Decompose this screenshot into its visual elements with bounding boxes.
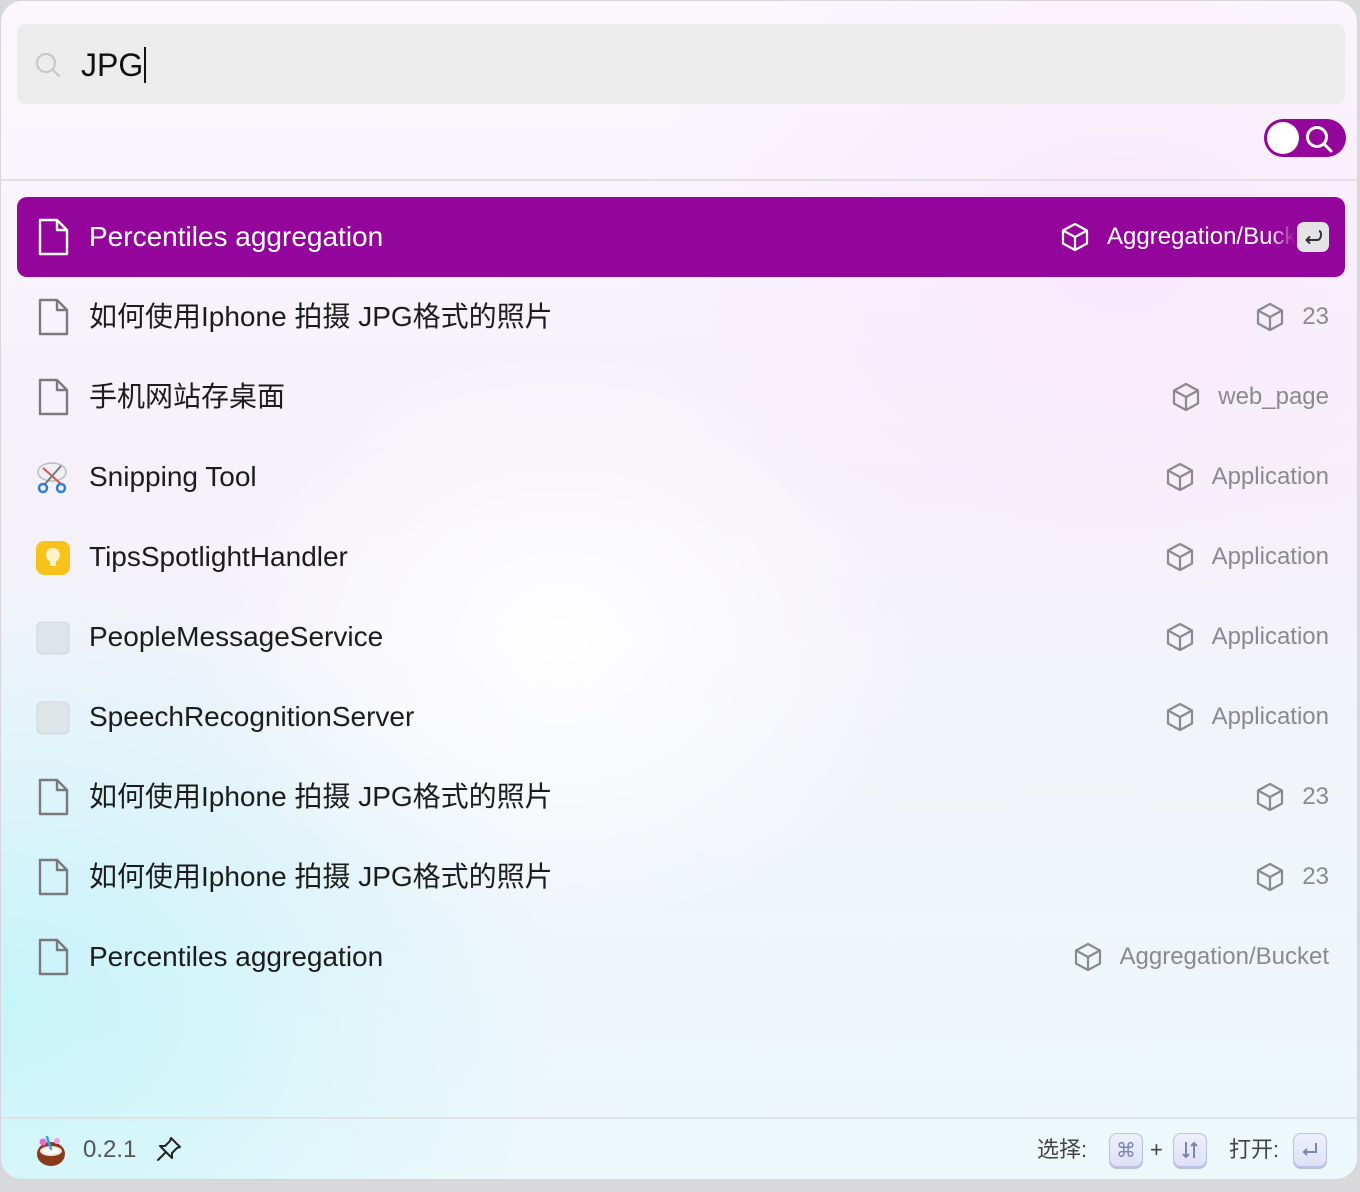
result-title: 手机网站存桌面 (89, 381, 286, 412)
cube-icon (1257, 302, 1284, 332)
result-tag: Aggregation/Bucket (1107, 223, 1295, 250)
pin-icon[interactable] (155, 1135, 183, 1163)
result-tag: Application (1211, 463, 1329, 490)
cube-icon (1074, 942, 1101, 972)
result-title: SpeechRecognitionServer (89, 701, 415, 732)
result-meta: 23 (1254, 837, 1329, 917)
result-title: PeopleMessageService (89, 621, 384, 652)
select-hint-label: 选择: (1037, 1137, 1088, 1162)
result-title: Percentiles aggregation (89, 941, 384, 972)
result-meta: web_page (1170, 357, 1329, 437)
toggle-knob (1267, 122, 1299, 154)
result-tag: web_page (1218, 383, 1329, 410)
result-row[interactable]: Percentiles aggregation Aggregation/Bucke… (17, 197, 1345, 277)
result-tag: 23 (1302, 783, 1329, 810)
command-key-icon: ⌘ (1109, 1133, 1143, 1167)
snipping-tool-icon (35, 458, 71, 496)
results-list: Percentiles aggregation Aggregation/Bucke… (17, 197, 1345, 997)
return-key-icon (1293, 1133, 1327, 1167)
result-tag: Application (1211, 543, 1329, 570)
result-row[interactable]: PeopleMessageService Application (17, 597, 1345, 677)
result-title: 如何使用Iphone 拍摄 JPG格式的照片 (89, 861, 553, 892)
result-meta: 23 (1254, 277, 1329, 357)
result-meta: Aggregation/Bucket (1072, 917, 1329, 997)
result-row[interactable]: TipsSpotlightHandler Application (17, 517, 1345, 597)
result-title: 如何使用Iphone 拍摄 JPG格式的照片 (89, 781, 553, 812)
header-divider (1, 179, 1357, 181)
launcher-window: JPG Percentiles aggregation Aggregation/B… (0, 0, 1358, 1180)
search-icon (36, 53, 60, 77)
plus-label: + (1150, 1137, 1163, 1162)
footer: 0.2.1 选择: ⌘ + 打开: (1, 1119, 1357, 1179)
generic-app-icon (35, 618, 71, 656)
result-meta: Aggregation/Bucket (1059, 197, 1329, 277)
search-box[interactable] (17, 24, 1345, 104)
cube-icon (1061, 222, 1089, 252)
document-icon (35, 378, 71, 416)
cube-icon (1166, 702, 1193, 732)
search-input-value: JPG (81, 47, 144, 83)
result-row[interactable]: 如何使用Iphone 拍摄 JPG格式的照片 23 (17, 277, 1345, 357)
cube-icon (1173, 382, 1200, 412)
result-meta: 23 (1254, 757, 1329, 837)
document-icon (35, 858, 71, 896)
cube-icon (1257, 862, 1284, 892)
result-row[interactable]: 如何使用Iphone 拍摄 JPG格式的照片 23 (17, 837, 1345, 917)
document-icon (35, 298, 71, 336)
result-title: 如何使用Iphone 拍摄 JPG格式的照片 (89, 301, 553, 332)
document-icon (35, 778, 71, 816)
result-tag: Application (1211, 703, 1329, 730)
text-caret (144, 47, 147, 83)
result-row[interactable]: Snipping Tool Application (17, 437, 1345, 517)
result-tag: Application (1211, 623, 1329, 650)
cube-icon (1166, 462, 1193, 492)
lightbulb-app-icon (35, 538, 71, 576)
search-icon (1306, 126, 1333, 153)
search-mode-toggle[interactable] (1264, 119, 1346, 157)
coconut-logo-icon (37, 1135, 65, 1166)
up-down-key-icon (1173, 1133, 1207, 1167)
result-meta: Application (1164, 517, 1329, 597)
result-tag: 23 (1302, 863, 1329, 890)
result-title: Percentiles aggregation (89, 221, 384, 252)
result-tag: 23 (1302, 303, 1329, 330)
result-meta: Application (1164, 677, 1329, 757)
result-meta: Application (1164, 437, 1329, 517)
result-title: TipsSpotlightHandler (89, 541, 348, 572)
result-title: Snipping Tool (89, 461, 257, 492)
result-tag: Aggregation/Bucket (1119, 943, 1329, 970)
open-hint-label: 打开: (1229, 1137, 1280, 1162)
result-row[interactable]: 手机网站存桌面 web_page (17, 357, 1345, 437)
cube-icon (1166, 542, 1193, 572)
result-row[interactable]: Percentiles aggregation Aggregation/Bucke… (17, 917, 1345, 997)
search-input[interactable]: JPG (81, 43, 147, 87)
result-row[interactable]: 如何使用Iphone 拍摄 JPG格式的照片 23 (17, 757, 1345, 837)
result-row[interactable]: SpeechRecognitionServer Application (17, 677, 1345, 757)
result-meta: Application (1164, 597, 1329, 677)
version-label: 0.2.1 (83, 1136, 137, 1163)
return-key-icon (1297, 222, 1329, 252)
document-icon (35, 938, 71, 976)
cube-icon (1166, 622, 1193, 652)
generic-app-icon (35, 698, 71, 736)
cube-icon (1257, 782, 1284, 812)
document-icon (35, 218, 71, 256)
